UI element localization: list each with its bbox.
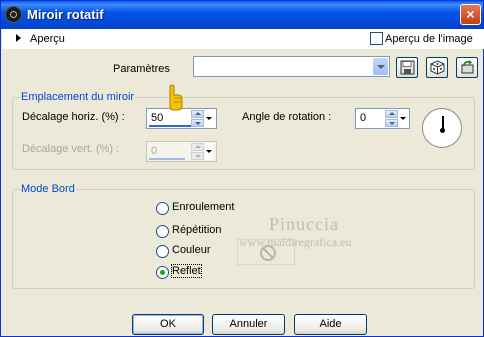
dice-icon — [430, 60, 445, 75]
dialog-window: Miroir rotatif × Aperçu Aperçu de l'imag… — [0, 0, 484, 337]
close-button[interactable]: × — [460, 4, 481, 25]
edge-mode-legend: Mode Bord — [20, 183, 76, 195]
preview-label[interactable]: Aperçu — [30, 33, 65, 45]
spin-up-icon[interactable] — [385, 110, 398, 118]
v-offset-label: Décalage vert. (%) : — [22, 143, 120, 155]
chevron-down-icon[interactable] — [373, 58, 388, 75]
spin-up-icon — [191, 143, 204, 151]
watermark-url: www.maldiregrafica.eu — [239, 235, 352, 249]
mirror-position-legend: Emplacement du miroir — [20, 91, 136, 103]
rotation-input[interactable]: 0 — [355, 108, 410, 129]
radio-repetition[interactable] — [156, 225, 169, 238]
save-preset-button[interactable] — [396, 57, 418, 78]
watermark-name: Pinuccia — [269, 214, 339, 234]
v-offset-slider-bar — [149, 158, 185, 160]
spin-up-icon[interactable] — [191, 110, 204, 118]
v-offset-input: 0 — [146, 141, 217, 162]
v-offset-stepper — [191, 143, 204, 160]
preview-row: Aperçu Aperçu de l'image — [2, 29, 484, 49]
rotation-value[interactable]: 0 — [360, 112, 366, 124]
pointing-hand-icon — [169, 84, 183, 111]
title-bar[interactable]: Miroir rotatif × — [1, 1, 483, 29]
expand-triangle-icon[interactable] — [16, 34, 21, 42]
v-offset-value: 0 — [151, 145, 158, 157]
cancel-button[interactable]: Annuler — [212, 314, 285, 335]
h-offset-value[interactable]: 50 — [151, 112, 163, 124]
radio-enroulement[interactable] — [156, 202, 169, 215]
presets-dropdown[interactable] — [193, 56, 390, 77]
radio-couleur[interactable] — [156, 245, 169, 258]
reset-button[interactable] — [456, 57, 478, 78]
v-offset-dropdown-icon — [205, 143, 213, 160]
radio-label-enroulement[interactable]: Enroulement — [172, 201, 234, 213]
window-title: Miroir rotatif — [27, 7, 104, 22]
rotation-stepper[interactable] — [385, 110, 398, 127]
radio-reflet[interactable] — [156, 266, 169, 279]
help-button[interactable]: Aide — [294, 314, 367, 335]
spin-down-icon[interactable] — [385, 119, 398, 127]
rotation-dial[interactable] — [422, 108, 462, 148]
spin-down-icon — [191, 152, 204, 160]
reset-arrow-icon — [461, 60, 474, 74]
app-icon — [5, 6, 22, 23]
h-offset-dropdown-icon[interactable] — [205, 110, 213, 127]
dial-center — [440, 128, 445, 133]
presets-label: Paramètres — [113, 63, 170, 75]
randomize-button[interactable] — [426, 57, 448, 78]
image-preview-checkbox[interactable] — [370, 32, 383, 45]
h-offset-stepper[interactable] — [191, 110, 204, 127]
radio-label-repetition[interactable]: Répétition — [172, 224, 222, 236]
rotation-dropdown-icon[interactable] — [399, 110, 407, 127]
h-offset-label: Décalage horiz. (%) : — [22, 111, 125, 123]
ok-button[interactable]: OK — [132, 314, 204, 335]
image-preview-label[interactable]: Aperçu de l'image — [385, 33, 473, 45]
spin-down-icon[interactable] — [191, 119, 204, 127]
floppy-disk-icon — [400, 60, 415, 75]
rotation-label: Angle de rotation : — [242, 111, 332, 123]
radio-label-reflet[interactable]: Reflet — [171, 264, 202, 278]
radio-label-couleur[interactable]: Couleur — [172, 244, 211, 256]
